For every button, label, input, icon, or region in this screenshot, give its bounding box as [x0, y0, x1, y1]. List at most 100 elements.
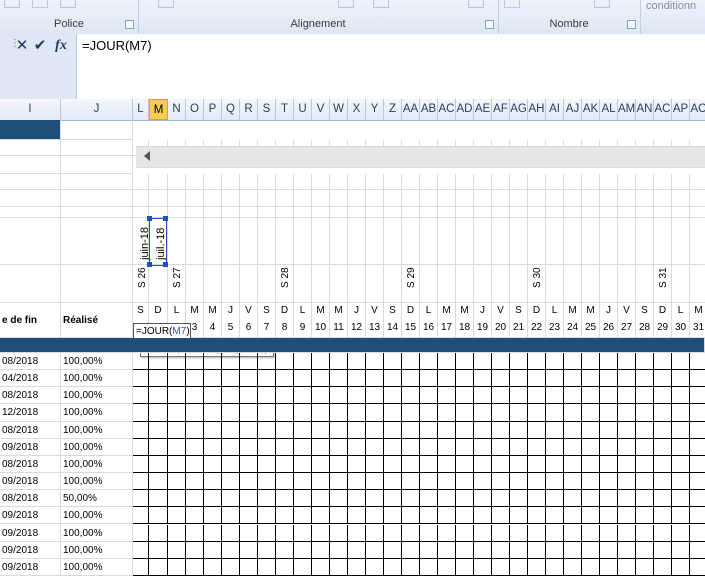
gantt-cell[interactable] — [312, 438, 330, 456]
cell[interactable] — [312, 207, 330, 218]
cell[interactable] — [240, 190, 258, 207]
day-header-cell[interactable]: J 12 — [348, 303, 366, 338]
gantt-cell[interactable] — [528, 524, 546, 542]
day-header-cell[interactable]: J 19 — [474, 303, 492, 338]
gantt-cell[interactable] — [420, 404, 438, 422]
day-header-cell[interactable]: M 24 — [564, 303, 582, 338]
gantt-cell[interactable] — [528, 455, 546, 474]
gantt-cell[interactable] — [330, 490, 348, 508]
cell[interactable] — [204, 207, 222, 218]
day-header-cell[interactable]: D 22 — [528, 303, 546, 338]
gantt-cell[interactable] — [312, 473, 330, 491]
gantt-cell[interactable] — [312, 455, 330, 474]
cell[interactable] — [204, 265, 222, 303]
gantt-cell[interactable] — [492, 507, 510, 525]
column-header-al[interactable]: AL — [600, 99, 618, 120]
column-header-v[interactable]: V — [312, 99, 330, 120]
done-cell[interactable]: 100,00% — [61, 404, 133, 422]
gantt-cell[interactable] — [133, 421, 149, 439]
gantt-cell[interactable] — [294, 404, 312, 422]
column-header-m[interactable]: M — [149, 99, 168, 120]
gantt-cell[interactable] — [618, 558, 636, 576]
gantt-cell[interactable] — [636, 438, 654, 456]
gantt-cell[interactable] — [690, 439, 705, 456]
cell[interactable] — [546, 207, 564, 218]
day-header-cell[interactable]: V 20 — [492, 303, 510, 338]
cell[interactable] — [690, 207, 705, 218]
day-header-cell[interactable]: M 11 — [330, 303, 348, 338]
gantt-cell[interactable] — [636, 370, 654, 388]
cell[interactable] — [600, 174, 618, 190]
cell[interactable] — [168, 190, 186, 207]
gantt-cell[interactable] — [636, 404, 654, 422]
cell[interactable] — [672, 207, 690, 218]
gantt-cell[interactable] — [384, 404, 402, 422]
ribbon-button[interactable] — [338, 0, 354, 8]
gantt-cell[interactable] — [636, 490, 654, 508]
ribbon-button[interactable] — [32, 0, 48, 8]
gantt-cell[interactable] — [312, 490, 330, 508]
gantt-cell[interactable] — [438, 507, 456, 525]
gantt-cell[interactable] — [312, 404, 330, 422]
gantt-cell[interactable] — [204, 473, 222, 491]
gantt-cell[interactable] — [582, 421, 600, 439]
cell[interactable] — [420, 218, 438, 265]
gantt-cell[interactable] — [240, 387, 258, 405]
cell[interactable] — [61, 140, 133, 156]
gantt-cell[interactable] — [402, 421, 420, 439]
gantt-cell[interactable] — [564, 541, 582, 559]
column-header-ae[interactable]: AE — [474, 99, 492, 120]
cell[interactable] — [600, 218, 618, 265]
column-header-ab[interactable]: AB — [420, 99, 438, 120]
cell[interactable] — [492, 218, 510, 265]
done-cell[interactable]: 100,00% — [61, 507, 133, 525]
gantt-cell[interactable] — [186, 421, 204, 439]
gantt-cell[interactable] — [636, 541, 654, 559]
gantt-cell[interactable] — [168, 473, 186, 491]
cell[interactable] — [546, 190, 564, 207]
gantt-cell[interactable] — [546, 353, 564, 371]
cell[interactable] — [0, 265, 61, 303]
gantt-cell[interactable] — [168, 404, 186, 422]
gantt-cell[interactable] — [204, 421, 222, 439]
cell[interactable] — [186, 218, 204, 265]
day-header-cell[interactable]: V 27 — [618, 303, 636, 338]
gantt-cell[interactable] — [492, 490, 510, 508]
gantt-cell[interactable] — [186, 507, 204, 525]
gantt-cell[interactable] — [564, 473, 582, 491]
gantt-cell[interactable] — [528, 507, 546, 525]
end-date-cell[interactable]: 08/2018 — [0, 421, 61, 439]
cell[interactable] — [222, 190, 240, 207]
gantt-cell[interactable] — [582, 490, 600, 508]
gantt-cell[interactable] — [294, 387, 312, 405]
column-header-ai[interactable]: AI — [546, 99, 564, 120]
gantt-cell[interactable] — [384, 387, 402, 405]
cell[interactable] — [258, 207, 276, 218]
gantt-cell[interactable] — [276, 558, 294, 576]
gantt-cell[interactable] — [222, 370, 240, 388]
cell[interactable] — [582, 265, 600, 303]
gantt-cell[interactable] — [474, 387, 492, 405]
column-header-z[interactable]: Z — [384, 99, 402, 120]
gantt-cell[interactable] — [348, 558, 366, 576]
gantt-cell[interactable] — [636, 387, 654, 405]
end-date-cell[interactable]: 09/2018 — [0, 541, 61, 559]
end-date-cell[interactable]: 12/2018 — [0, 404, 61, 422]
cell[interactable] — [492, 207, 510, 218]
cell[interactable] — [474, 190, 492, 207]
cell[interactable] — [294, 265, 312, 303]
cell[interactable] — [0, 218, 61, 265]
gantt-cell[interactable] — [258, 490, 276, 508]
dialog-launcher-icon[interactable] — [627, 20, 636, 29]
gantt-cell[interactable] — [240, 490, 258, 508]
gantt-cell[interactable] — [546, 387, 564, 405]
cell[interactable] — [348, 218, 366, 265]
gantt-cell[interactable] — [366, 353, 384, 371]
gantt-cell[interactable] — [186, 524, 204, 542]
gantt-cell[interactable] — [456, 507, 474, 525]
cell[interactable] — [654, 207, 672, 218]
cell[interactable] — [149, 190, 168, 207]
gantt-cell[interactable] — [312, 524, 330, 542]
end-date-cell[interactable]: 09/2018 — [0, 438, 61, 456]
gantt-cell[interactable] — [276, 438, 294, 456]
